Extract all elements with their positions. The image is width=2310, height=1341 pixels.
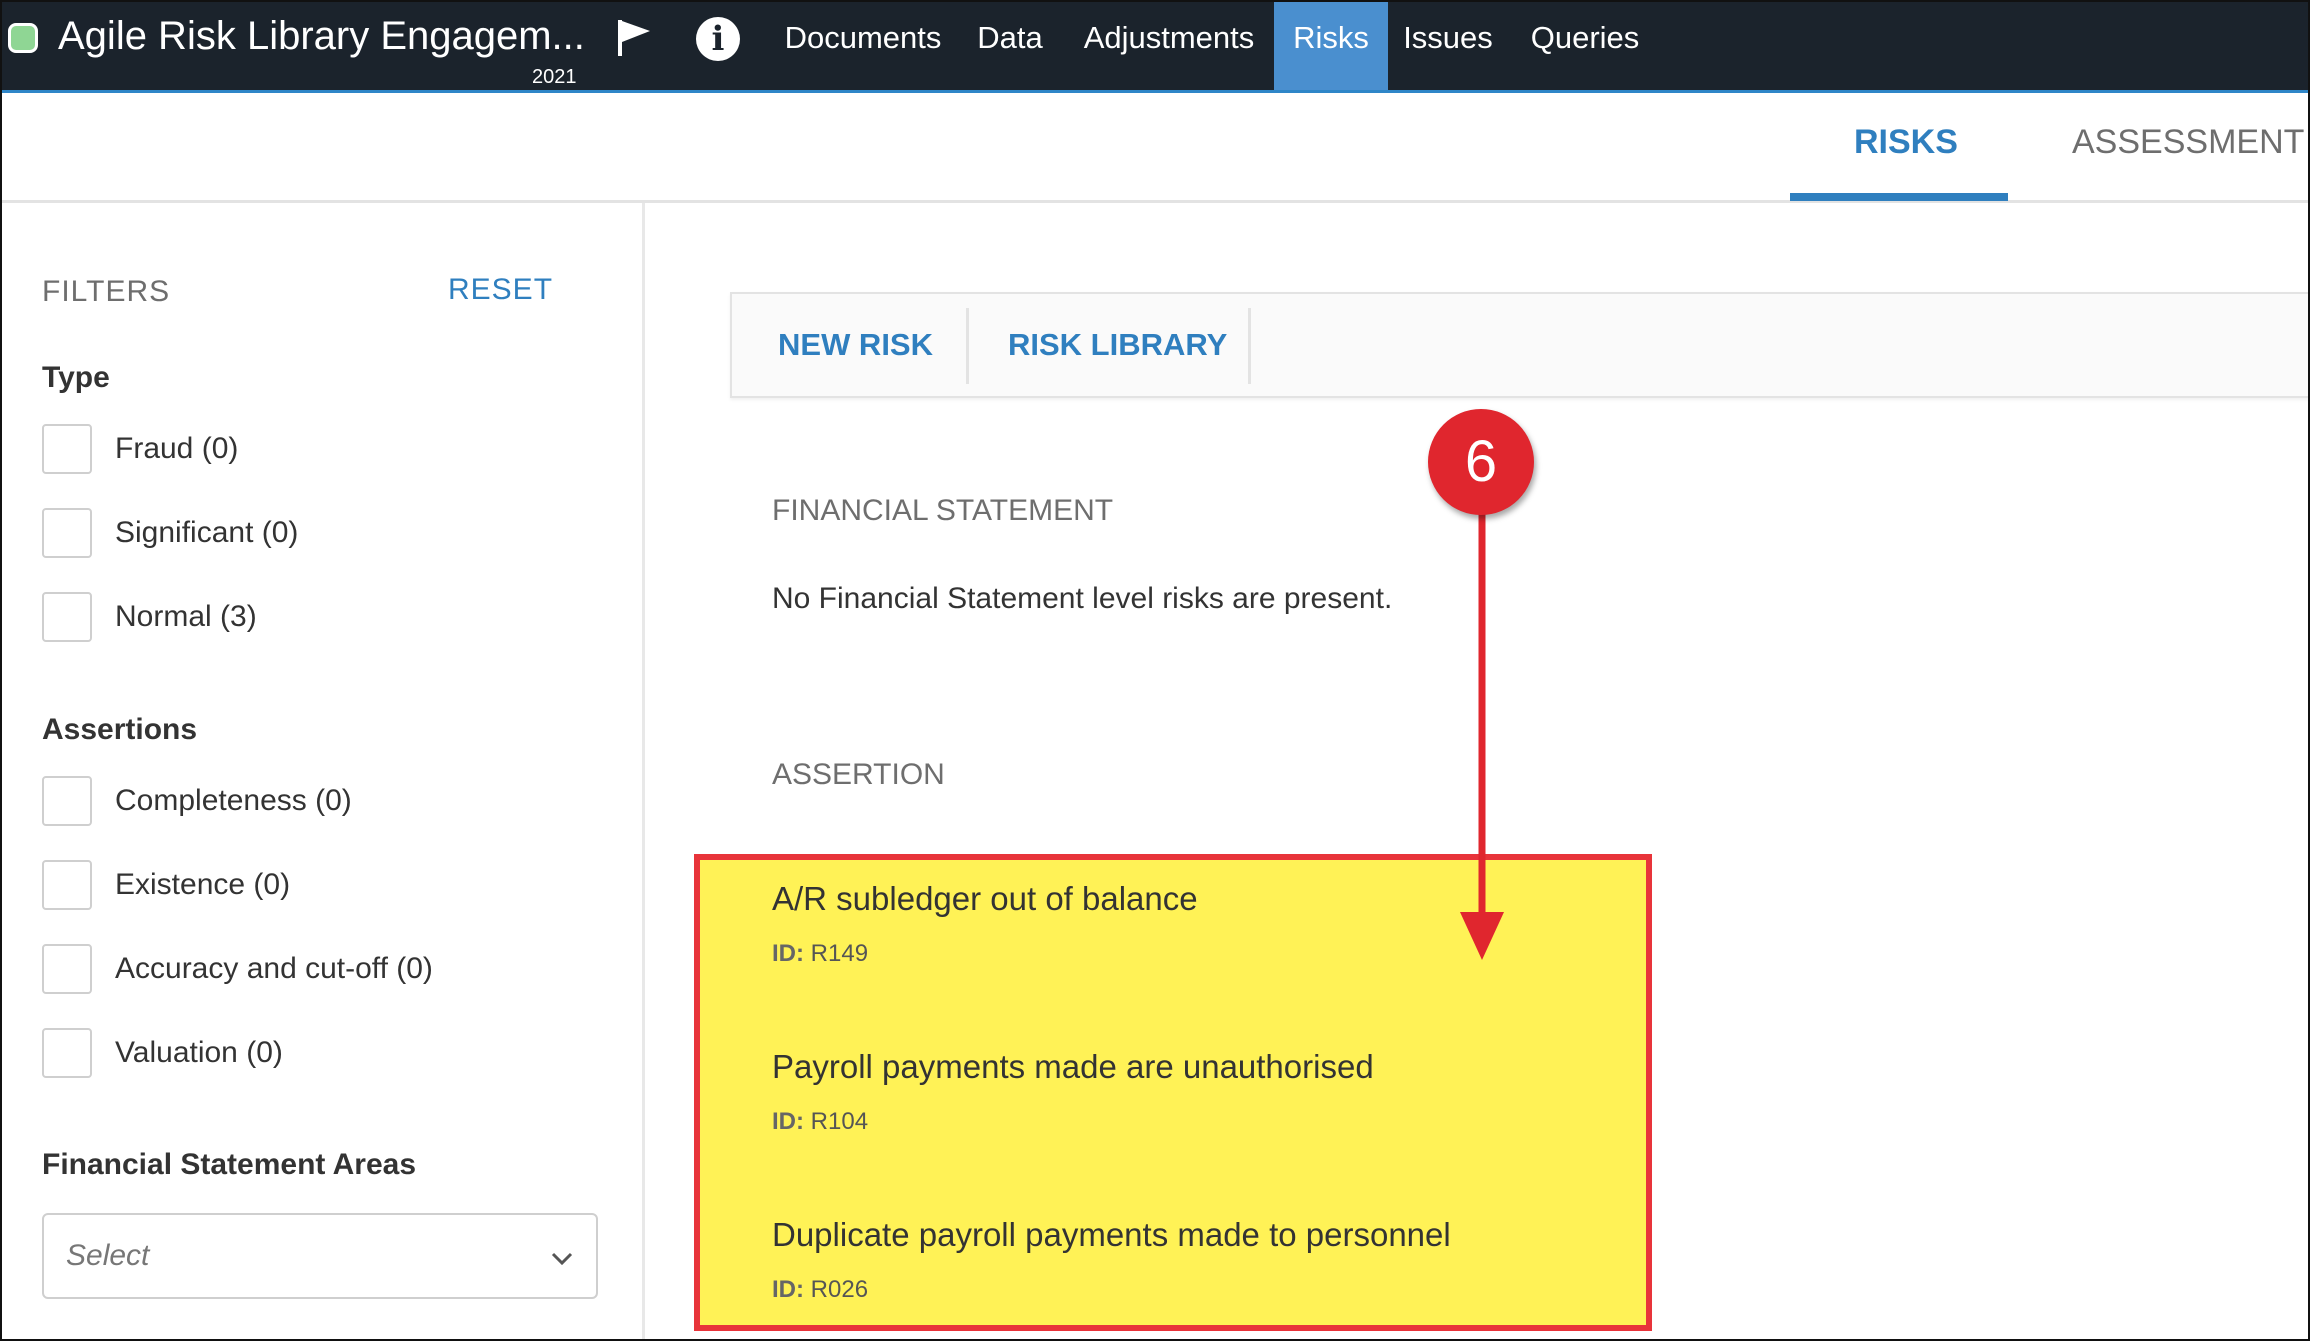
assertions-filter-title: Assertions	[42, 713, 198, 746]
select-placeholder: Select	[66, 1239, 150, 1272]
nav-documents[interactable]: Documents	[778, 2, 948, 90]
chevron-down-icon	[551, 1252, 573, 1266]
new-risk-button[interactable]: NEW RISK	[778, 294, 933, 396]
tab-risks[interactable]: RISKS	[1854, 123, 1958, 162]
checkbox[interactable]	[42, 1028, 92, 1078]
risk-id: ID: R104	[772, 1108, 1374, 1136]
checkbox[interactable]	[42, 508, 92, 558]
risk-id-value: R149	[810, 940, 869, 967]
checkbox[interactable]	[42, 944, 92, 994]
risk-id-prefix: ID:	[772, 1108, 804, 1135]
risk-title[interactable]: Duplicate payroll payments made to perso…	[772, 1216, 1451, 1254]
checkbox[interactable]	[42, 592, 92, 642]
app-window: Agile Risk Library Engagem... 2021 i Doc…	[0, 0, 2310, 1341]
checkbox[interactable]	[42, 424, 92, 474]
step-callout-badge: 6	[1428, 409, 1534, 515]
financial-statement-heading: FINANCIAL STATEMENT	[772, 494, 1114, 527]
nav-issues[interactable]: Issues	[1400, 2, 1496, 90]
engagement-year: 2021	[532, 66, 577, 88]
risk-title[interactable]: Payroll payments made are unauthorised	[772, 1048, 1374, 1086]
active-tab-indicator	[1790, 193, 2008, 201]
filters-heading: FILTERS	[42, 275, 171, 308]
checkbox-label: Completeness (0)	[115, 784, 352, 817]
checkbox-label: Valuation (0)	[115, 1036, 283, 1069]
callout-arrow-icon	[1460, 472, 1504, 960]
risk-id: ID: R149	[772, 940, 1198, 968]
empty-state-text: No Financial Statement level risks are p…	[772, 582, 1393, 615]
nav-adjustments[interactable]: Adjustments	[1078, 2, 1260, 90]
nav-risks[interactable]: Risks	[1274, 2, 1388, 90]
tab-assessment[interactable]: ASSESSMENT	[2072, 123, 2304, 162]
nav-data[interactable]: Data	[968, 2, 1052, 90]
risk-list-item[interactable]: A/R subledger out of balance ID: R149	[772, 880, 1198, 968]
checkbox-label: Normal (3)	[115, 600, 257, 633]
risk-id-value: R104	[810, 1108, 869, 1135]
nav-queries[interactable]: Queries	[1524, 2, 1646, 90]
divider	[1248, 308, 1251, 384]
fs-areas-filter-title: Financial Statement Areas	[42, 1148, 417, 1181]
checkbox-label: Fraud (0)	[115, 432, 239, 465]
risk-list-item[interactable]: Payroll payments made are unauthorised I…	[772, 1048, 1374, 1136]
info-icon[interactable]: i	[696, 17, 740, 61]
engagement-title[interactable]: Agile Risk Library Engagem...	[58, 14, 585, 59]
risk-title[interactable]: A/R subledger out of balance	[772, 880, 1198, 918]
risk-actions-bar: NEW RISK RISK LIBRARY	[730, 292, 2308, 398]
checkbox-label: Accuracy and cut-off (0)	[115, 952, 433, 985]
checkbox[interactable]	[42, 776, 92, 826]
divider	[966, 308, 969, 384]
risk-list-item[interactable]: Duplicate payroll payments made to perso…	[772, 1216, 1451, 1304]
type-filter-title: Type	[42, 361, 110, 394]
top-nav-bar: Agile Risk Library Engagem... 2021 i Doc…	[2, 2, 2308, 93]
assertion-heading: ASSERTION	[772, 758, 945, 791]
fs-areas-select[interactable]: Select	[42, 1213, 598, 1299]
risk-id-value: R026	[810, 1276, 869, 1303]
flag-icon[interactable]	[614, 18, 654, 58]
risk-id-prefix: ID:	[772, 1276, 804, 1303]
checkbox-label: Existence (0)	[115, 868, 291, 901]
status-indicator	[8, 23, 38, 53]
checkbox-label: Significant (0)	[115, 516, 299, 549]
page-tabs: RISKS ASSESSMENT	[2, 93, 2308, 203]
risk-library-button[interactable]: RISK LIBRARY	[1008, 294, 1227, 396]
risk-id-prefix: ID:	[772, 940, 804, 967]
reset-filters-button[interactable]: RESET	[448, 273, 553, 307]
checkbox[interactable]	[42, 860, 92, 910]
risk-id: ID: R026	[772, 1276, 1451, 1304]
filters-sidebar: FILTERS RESET Type Fraud (0) Significant…	[2, 203, 645, 1339]
